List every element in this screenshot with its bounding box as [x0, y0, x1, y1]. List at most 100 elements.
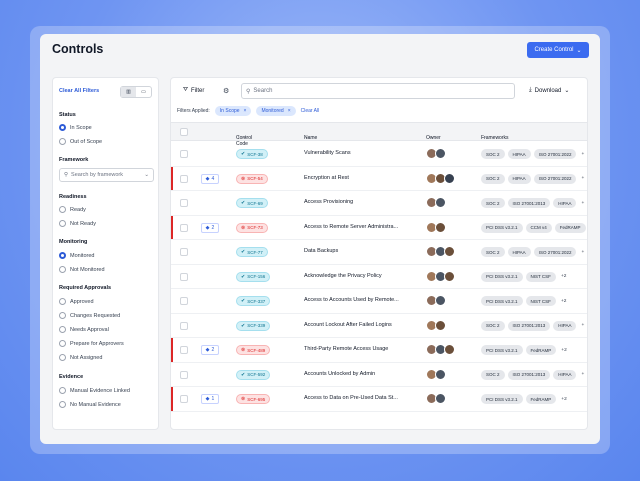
monitoring-option-not-monitored[interactable]: Not Monitored	[59, 266, 105, 273]
issue-count-badge[interactable]: ◆ 4	[201, 173, 219, 184]
radio-icon[interactable]	[59, 298, 66, 305]
owner-avatars[interactable]	[426, 246, 455, 257]
row-checkbox[interactable]	[180, 321, 188, 330]
filter-button[interactable]: ⛛ Filter	[183, 87, 204, 94]
control-name[interactable]: Account Lockout After Failed Logins	[304, 322, 414, 328]
filter-chip-monitored[interactable]: Monitored ×	[256, 106, 296, 116]
approval-option-needs-approval[interactable]: Needs Approval	[59, 326, 109, 333]
status-option-in-scope[interactable]: In Scope	[59, 124, 92, 131]
table-row[interactable]: ✔ SCF-339 Account Lockout After Failed Log…	[171, 314, 587, 338]
control-code-badge[interactable]: ✔ SCF-156	[236, 271, 271, 282]
control-code-badge[interactable]: ⊗ SCF-695	[236, 394, 271, 404]
close-icon[interactable]: ×	[244, 108, 247, 114]
owner-avatars[interactable]	[426, 197, 446, 208]
control-code-badge[interactable]: ✔ SCF-38	[236, 149, 268, 159]
control-name[interactable]: Encryption at Rest	[304, 175, 414, 181]
control-code-badge[interactable]: ✔ SCF-77	[236, 247, 268, 257]
table-row[interactable]: ◆ 1 ⊗ SCF-695 Access to Data on Pre-Used Dat…	[171, 387, 587, 412]
control-code-badge[interactable]: ⊗ SCF-54	[236, 173, 268, 184]
close-icon[interactable]: ×	[288, 108, 291, 114]
issue-count-badge[interactable]: ◆ 2	[201, 345, 219, 355]
row-checkbox[interactable]	[180, 272, 188, 281]
row-checkbox[interactable]	[180, 346, 188, 354]
more-frameworks-count[interactable]: +	[579, 149, 584, 159]
radio-icon[interactable]	[59, 312, 66, 319]
select-all-checkbox[interactable]	[180, 128, 188, 136]
download-button[interactable]: ⤓ Download ⌄	[529, 87, 569, 94]
control-name[interactable]: Accounts Unlocked by Admin	[304, 371, 414, 377]
radio-icon[interactable]	[59, 401, 66, 408]
control-code-badge[interactable]: ⊗ SCF-73	[236, 222, 268, 233]
table-row[interactable]: ✔ SCF-156 Acknowledge the Privacy Policy PC…	[171, 265, 587, 289]
search-input[interactable]: ⚲ Search	[241, 83, 515, 99]
issue-count-badge[interactable]: ◆ 1	[201, 394, 219, 404]
owner-avatars[interactable]	[426, 344, 455, 355]
row-checkbox[interactable]	[180, 248, 188, 256]
owner-avatars[interactable]	[426, 148, 446, 159]
view-toggle[interactable]: ▥ ▭	[120, 86, 152, 98]
radio-icon[interactable]	[59, 387, 66, 394]
table-row[interactable]: ◆ 4 ⊗ SCF-54 Encryption at Rest SOC 2 HIPAA ISO…	[171, 166, 587, 191]
issue-count-badge[interactable]: ◆ 2	[201, 222, 219, 233]
gear-icon[interactable]: ⚙	[223, 87, 229, 95]
row-checkbox[interactable]	[180, 174, 188, 183]
more-frameworks-count[interactable]: +	[579, 174, 584, 184]
evidence-option-manual-linked[interactable]: Manual Evidence Linked	[59, 387, 130, 394]
row-checkbox[interactable]	[180, 223, 188, 232]
more-frameworks-count[interactable]: +2	[559, 394, 566, 404]
more-frameworks-count[interactable]: +	[579, 321, 584, 331]
table-row[interactable]: ✔ SCF-69 Access Provisioning SOC 2 ISO 27001…	[171, 191, 587, 216]
table-row[interactable]: ◆ 2 ⊗ SCF-489 Third-Party Remote Access Usag…	[171, 338, 587, 363]
owner-avatars[interactable]	[426, 319, 446, 331]
approval-option-not-assigned[interactable]: Not Assigned	[59, 354, 102, 361]
control-code-badge[interactable]: ✔ SCF-592	[236, 369, 271, 380]
radio-icon[interactable]	[59, 138, 66, 145]
approval-option-approved[interactable]: Approved	[59, 298, 94, 305]
control-name[interactable]: Third-Party Remote Access Usage	[304, 346, 414, 352]
owner-avatars[interactable]	[426, 221, 446, 233]
control-name[interactable]: Vulnerability Scans	[304, 150, 414, 156]
approval-option-changes-requested[interactable]: Changes Requested	[59, 312, 120, 319]
control-name[interactable]: Access Provisioning	[304, 199, 414, 205]
more-frameworks-count[interactable]: +	[579, 370, 584, 380]
control-name[interactable]: Access to Data on Pre-Used Data St...	[304, 395, 414, 401]
owner-avatars[interactable]	[426, 295, 446, 306]
row-checkbox[interactable]	[180, 297, 188, 305]
sidebar-view-icon[interactable]: ▥	[121, 87, 136, 97]
clear-all-filters-link[interactable]: Clear All Filters	[59, 88, 99, 94]
control-code-badge[interactable]: ✔ SCF-339	[236, 320, 271, 331]
more-frameworks-count[interactable]: +2	[559, 296, 566, 306]
more-frameworks-count[interactable]: +2	[559, 345, 566, 355]
evidence-option-no-manual[interactable]: No Manual Evidence	[59, 401, 121, 408]
radio-icon[interactable]	[59, 206, 66, 213]
table-row[interactable]: ✔ SCF-592 Accounts Unlocked by Admin SOC 2I…	[171, 363, 587, 387]
table-row[interactable]: ✔ SCF-38 Vulnerability Scans SOC 2 HIPAA ISO …	[171, 142, 587, 167]
control-name[interactable]: Access to Remote Server Administra...	[304, 224, 414, 230]
control-code-badge[interactable]: ⊗ SCF-489	[236, 345, 271, 355]
table-row[interactable]: ◆ 2 ⊗ SCF-73 Access to Remote Server Adminis…	[171, 215, 587, 240]
more-frameworks-count[interactable]: +	[579, 198, 584, 208]
more-frameworks-count[interactable]: +	[579, 247, 584, 257]
clear-all-link[interactable]: Clear All	[301, 108, 320, 114]
row-checkbox[interactable]	[180, 150, 188, 158]
table-row[interactable]: ✔ SCF-77 Data Backups SOC 2 HIPAA ISO 27001:2…	[171, 240, 587, 265]
row-checkbox[interactable]	[180, 370, 188, 379]
owner-avatars[interactable]	[426, 172, 455, 184]
control-name[interactable]: Acknowledge the Privacy Policy	[304, 273, 414, 279]
panel-view-icon[interactable]: ▭	[136, 87, 151, 97]
filter-chip-in-scope[interactable]: In Scope ×	[214, 106, 252, 116]
radio-icon[interactable]	[59, 340, 66, 347]
control-name[interactable]: Access to Accounts Used by Remote...	[304, 297, 414, 303]
row-checkbox[interactable]	[180, 395, 188, 403]
owner-avatars[interactable]	[426, 393, 446, 404]
create-control-button[interactable]: Create Control ⌄	[527, 42, 589, 58]
table-row[interactable]: ✔ SCF-337 Access to Accounts Used by Remot…	[171, 289, 587, 314]
radio-selected-icon[interactable]	[59, 252, 66, 259]
monitoring-option-monitored[interactable]: Monitored	[59, 252, 94, 259]
control-code-badge[interactable]: ✔ SCF-69	[236, 198, 268, 208]
framework-search-input[interactable]: ⚲ Search by framework ⌄	[59, 168, 154, 182]
control-code-badge[interactable]: ✔ SCF-337	[236, 296, 271, 306]
row-checkbox[interactable]	[180, 199, 188, 207]
status-option-out-of-scope[interactable]: Out of Scope	[59, 138, 102, 145]
owner-avatars[interactable]	[426, 270, 455, 282]
